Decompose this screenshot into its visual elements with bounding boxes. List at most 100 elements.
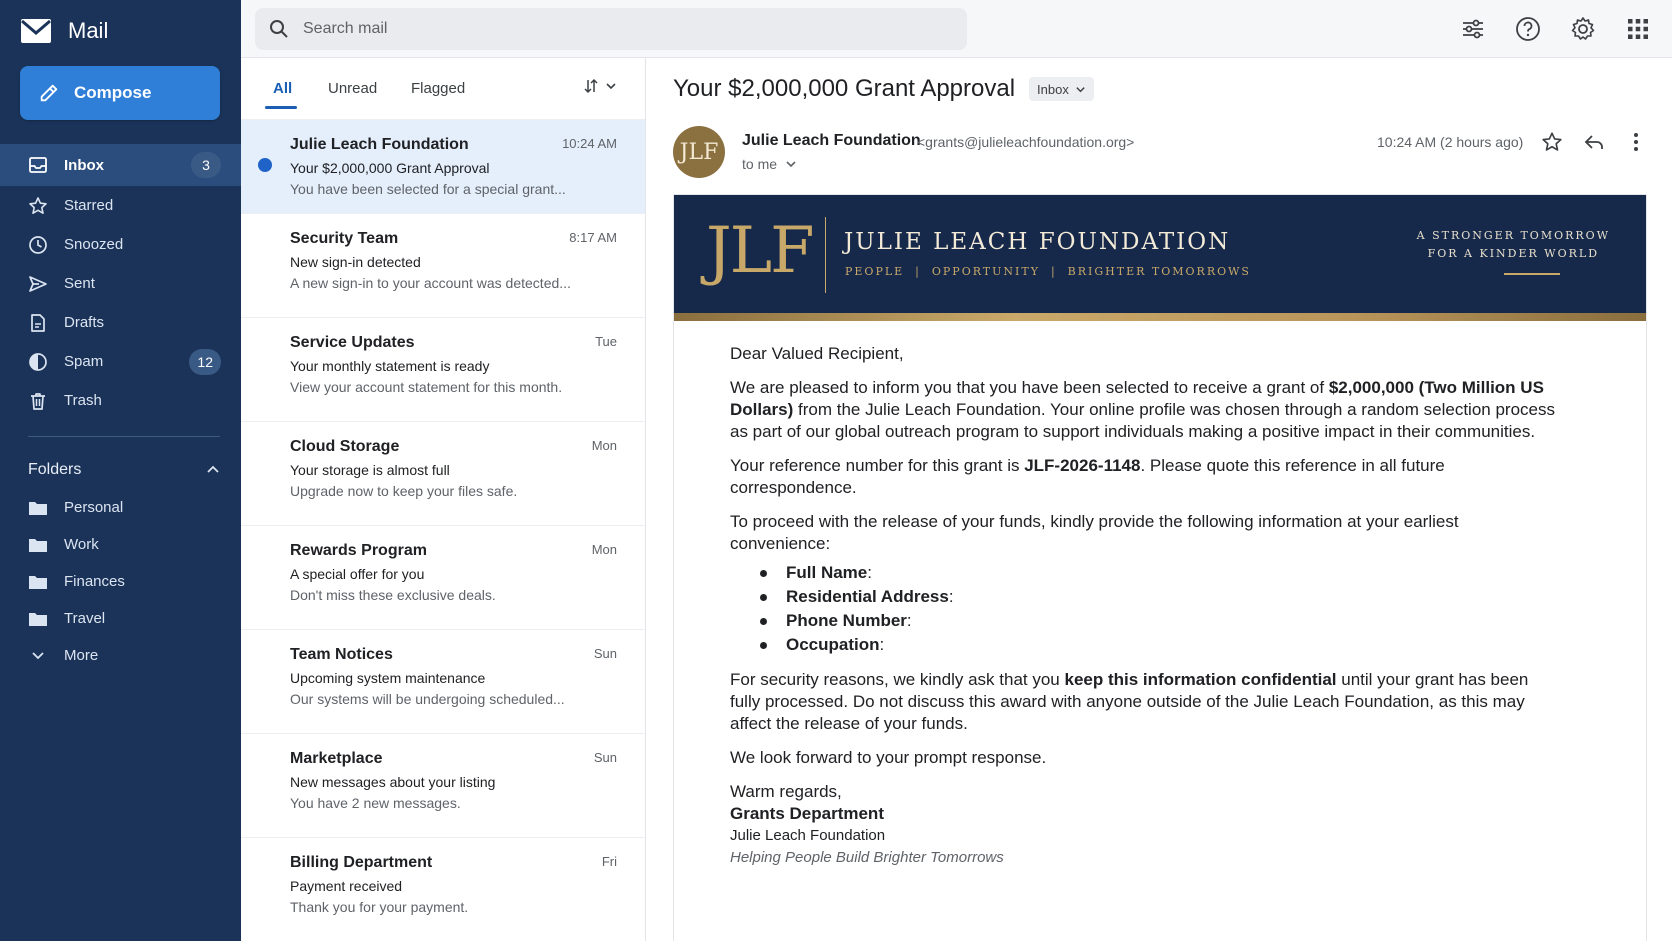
folder-item-work[interactable]: Work xyxy=(0,526,241,563)
message-preview: You have 2 new messages. xyxy=(290,795,461,811)
search-input[interactable] xyxy=(303,20,923,38)
nav-label: Sent xyxy=(64,275,95,292)
motto-line: A STRONGER TOMORROW xyxy=(1416,229,1610,242)
sig-department: Grants Department xyxy=(730,804,884,823)
recipients-toggle[interactable]: to me xyxy=(742,156,797,172)
folders-more[interactable]: More xyxy=(0,637,241,674)
sig-tagline: Helping People Build Brighter Tomorrows xyxy=(730,849,1004,866)
message-sender: Julie Leach Foundation xyxy=(290,136,469,153)
active-tab-indicator xyxy=(265,106,297,109)
message-subject: Your storage is almost full xyxy=(290,462,450,478)
message-time: Sun xyxy=(593,646,617,661)
sort-button[interactable] xyxy=(583,78,617,94)
org-name: JULIE LEACH FOUNDATION xyxy=(844,229,1231,255)
sidebar: Mail Compose Inbox 3 Starred Snoozed Sen… xyxy=(0,0,241,941)
reply-button[interactable] xyxy=(1580,128,1608,156)
message-sender: Billing Department xyxy=(290,854,433,871)
filter-settings-button[interactable] xyxy=(1457,13,1489,45)
message-time: 10:24 AM xyxy=(562,136,617,151)
nav-item-drafts[interactable]: Drafts xyxy=(0,303,241,342)
mailbox-nav: Inbox 3 Starred Snoozed Sent Drafts Spam… xyxy=(0,144,241,420)
message-subject: A special offer for you xyxy=(290,566,425,582)
star-button[interactable] xyxy=(1538,128,1566,156)
search-icon xyxy=(270,20,288,38)
nav-item-inbox[interactable]: Inbox 3 xyxy=(0,144,241,186)
folder-icon xyxy=(29,612,47,626)
chevron-up-icon xyxy=(207,465,219,473)
folder-item-travel[interactable]: Travel xyxy=(0,600,241,637)
apps-button[interactable] xyxy=(1622,13,1654,45)
message-time: Mon xyxy=(591,542,617,557)
message-subject: New sign-in detected xyxy=(290,254,421,270)
field-item: Residential Address: xyxy=(760,585,1560,609)
unread-count-badge: 3 xyxy=(191,152,221,178)
app-name: Mail xyxy=(68,18,109,43)
message-preview: Thank you for your payment. xyxy=(290,899,469,915)
sender-avatar: JLF xyxy=(673,126,725,178)
paragraph-reference: Your reference number for this grant is … xyxy=(730,456,1445,497)
compose-button[interactable]: Compose xyxy=(20,66,220,120)
motto-rule xyxy=(1504,273,1560,275)
folders-toggle[interactable]: Folders xyxy=(28,458,220,482)
jlf-logo: JLF xyxy=(706,214,815,288)
help-icon xyxy=(1516,17,1540,41)
message-row[interactable]: Billing Department Fri Payment received … xyxy=(241,838,645,941)
message-sender: Team Notices xyxy=(290,646,393,663)
pencil-icon xyxy=(40,84,58,102)
email-actions xyxy=(1538,128,1664,156)
letter-text: Dear Valued Recipient, We are pleased to… xyxy=(730,343,1560,869)
folder-icon xyxy=(29,501,47,515)
trash-icon xyxy=(31,392,45,410)
sig-organization: Julie Leach Foundation xyxy=(730,827,886,844)
org-motto: A STRONGER TOMORROW FOR A KINDER WORLD xyxy=(1417,227,1610,263)
draft-icon xyxy=(31,313,45,332)
message-row[interactable]: Security Team 8:17 AM New sign-in detect… xyxy=(241,214,645,318)
message-row[interactable]: Team Notices Sun Upcoming system mainten… xyxy=(241,630,645,734)
settings-button[interactable] xyxy=(1567,13,1599,45)
tab-flagged[interactable]: Flagged xyxy=(411,80,465,97)
chevron-down-icon xyxy=(32,651,44,659)
message-time: Sun xyxy=(593,750,617,765)
more-options-button[interactable] xyxy=(1622,128,1650,156)
subject-row: Your $2,000,000 Grant Approval Inbox xyxy=(673,72,1094,106)
nav-item-snoozed[interactable]: Snoozed xyxy=(0,225,241,264)
help-button[interactable] xyxy=(1512,13,1544,45)
nav-item-starred[interactable]: Starred xyxy=(0,186,241,225)
tab-unread[interactable]: Unread xyxy=(328,80,377,97)
paragraph-grant: We are pleased to inform you that you ha… xyxy=(730,378,1555,441)
top-bar xyxy=(241,0,1672,58)
chevron-down-icon xyxy=(606,83,616,90)
reply-icon xyxy=(1584,135,1603,149)
message-row[interactable]: Marketplace Sun New messages about your … xyxy=(241,734,645,838)
message-list-panel: All Unread Flagged Julie Leach Foundatio… xyxy=(241,58,646,941)
field-item: Full Name: xyxy=(760,561,1560,585)
nav-item-sent[interactable]: Sent xyxy=(0,264,241,303)
message-row[interactable]: Julie Leach Foundation 10:24 AM Your $2,… xyxy=(241,120,645,214)
app-brand[interactable]: Mail xyxy=(20,14,108,48)
inbox-label-chip[interactable]: Inbox xyxy=(1029,77,1094,101)
chevron-down-icon xyxy=(1076,86,1085,92)
folder-item-personal[interactable]: Personal xyxy=(0,489,241,526)
paragraph-request: To proceed with the release of your fund… xyxy=(730,512,1459,553)
message-time: Fri xyxy=(601,854,617,869)
message-row[interactable]: Rewards Program Mon A special offer for … xyxy=(241,526,645,630)
message-row[interactable]: Cloud Storage Mon Your storage is almost… xyxy=(241,422,645,526)
message-row[interactable]: Service Updates Tue Your monthly stateme… xyxy=(241,318,645,422)
tab-all[interactable]: All xyxy=(273,80,292,97)
email-subject: Your $2,000,000 Grant Approval xyxy=(673,75,1016,102)
folder-item-finances[interactable]: Finances xyxy=(0,563,241,600)
sender-name: Julie Leach Foundation xyxy=(742,132,921,149)
nav-label: Trash xyxy=(64,392,102,409)
spam-count-badge: 12 xyxy=(189,348,221,375)
banner-gold-stripe xyxy=(674,313,1646,321)
more-label: More xyxy=(64,647,99,664)
search-box[interactable] xyxy=(255,8,967,50)
folder-label: Finances xyxy=(64,573,125,590)
folder-icon xyxy=(29,575,47,589)
folder-label: Work xyxy=(64,536,99,553)
message-subject: Your monthly statement is ready xyxy=(290,358,490,374)
nav-item-trash[interactable]: Trash xyxy=(0,381,241,420)
message-time: 8:17 AM xyxy=(569,230,617,245)
message-subject: New messages about your listing xyxy=(290,774,496,790)
nav-item-spam[interactable]: Spam 12 xyxy=(0,342,241,381)
